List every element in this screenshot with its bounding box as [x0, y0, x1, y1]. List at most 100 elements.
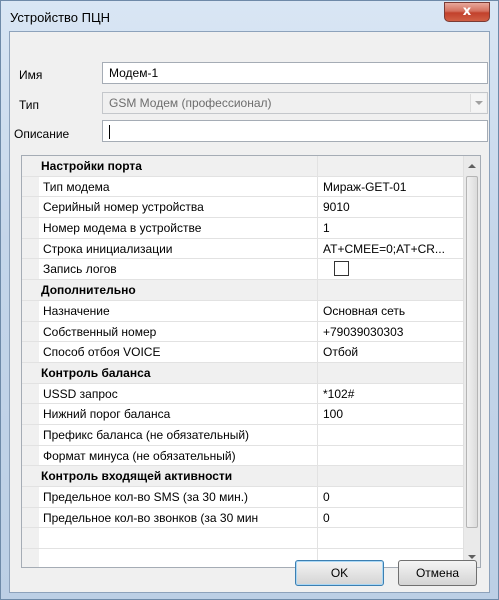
property-value[interactable]	[319, 446, 463, 466]
dialog-window: Устройство ПЦН x Имя Модем-1 Тип GSM Мод…	[0, 0, 499, 600]
type-label: Тип	[19, 98, 40, 112]
property-row[interactable]: Префикс баланса (не обязательный)	[22, 424, 463, 446]
property-row[interactable]: Номер модема в устройстве 1	[22, 218, 463, 239]
type-select-value: GSM Модем (профессионал)	[109, 96, 272, 110]
title-bar[interactable]: Устройство ПЦН x	[1, 1, 498, 31]
property-value[interactable]: *102#	[319, 384, 463, 404]
dropdown-button[interactable]	[470, 94, 486, 112]
row-gutter	[22, 507, 39, 528]
property-name: Строка инициализации	[39, 238, 318, 259]
log-checkbox[interactable]	[334, 261, 349, 277]
property-name	[39, 549, 318, 567]
description-label: Описание	[14, 127, 70, 141]
row-gutter	[22, 300, 39, 321]
description-input[interactable]	[102, 120, 488, 142]
property-value[interactable]: 9010	[319, 197, 463, 217]
property-value	[319, 280, 463, 300]
property-row[interactable]: Предельное кол-во SMS (за 30 мин.) 0	[22, 487, 463, 508]
dialog-client-area: Имя Модем-1 Тип GSM Модем (профессионал)…	[9, 31, 490, 593]
property-value[interactable]: Отбой	[319, 342, 463, 362]
property-row[interactable]: Строка инициализации AT+CMEE=0;AT+CR...	[22, 238, 463, 260]
vertical-scrollbar[interactable]	[463, 156, 480, 567]
property-name: Номер модема в устройстве	[39, 218, 318, 238]
name-label: Имя	[19, 68, 43, 82]
property-value	[319, 156, 463, 176]
cancel-button[interactable]: Отмена	[398, 560, 477, 586]
property-name: Серийный номер устройства	[39, 197, 318, 218]
property-name: Собственный номер	[39, 321, 318, 342]
property-row[interactable]: Серийный номер устройства 9010	[22, 197, 463, 219]
property-grid: Настройки порта Тип модема Мираж-GET-01 Сер…	[21, 155, 481, 568]
close-button[interactable]: x	[444, 2, 490, 22]
property-name: Нижний порог баланса	[39, 404, 318, 424]
property-name: Префикс баланса (не обязательный)	[39, 424, 318, 445]
property-value[interactable]: Основная сеть	[319, 301, 463, 321]
property-row[interactable]: Тип модема Мираж-GET-01	[22, 176, 463, 198]
row-gutter	[22, 528, 39, 549]
window-title: Устройство ПЦН	[10, 10, 110, 25]
property-value[interactable]	[319, 425, 463, 445]
property-value[interactable]: 1	[319, 218, 463, 238]
category-label: Контроль баланса	[22, 362, 318, 383]
category-row[interactable]: Настройки порта	[22, 156, 463, 177]
row-gutter	[22, 424, 39, 445]
property-value[interactable]: +79039030303	[319, 322, 463, 342]
property-row[interactable]	[22, 549, 463, 567]
scrollbar-thumb[interactable]	[466, 176, 478, 528]
row-gutter	[22, 445, 39, 466]
row-gutter	[22, 487, 39, 507]
scroll-up-icon[interactable]	[468, 164, 476, 168]
ok-button[interactable]: OK	[295, 560, 384, 586]
name-input[interactable]: Модем-1	[102, 62, 488, 84]
property-name: Формат минуса (не обязательный)	[39, 445, 318, 466]
row-gutter	[22, 342, 39, 362]
row-gutter	[22, 238, 39, 259]
chevron-down-icon	[475, 101, 483, 105]
property-row[interactable]	[22, 528, 463, 550]
property-grid-rows: Настройки порта Тип модема Мираж-GET-01 Сер…	[22, 156, 463, 567]
property-row[interactable]: Собственный номер +79039030303	[22, 321, 463, 343]
property-name: Запись логов	[39, 259, 318, 280]
close-icon: x	[462, 4, 472, 19]
row-gutter	[22, 176, 39, 197]
category-label: Настройки порта	[22, 156, 318, 176]
property-name: Тип модема	[39, 176, 318, 197]
property-row[interactable]: USSD запрос *102#	[22, 383, 463, 405]
property-name: Предельное кол-во SMS (за 30 мин.)	[39, 487, 318, 507]
property-row[interactable]: Формат минуса (не обязательный)	[22, 445, 463, 467]
row-gutter	[22, 218, 39, 238]
property-name: Предельное кол-во звонков (за 30 мин	[39, 507, 318, 528]
row-gutter	[22, 404, 39, 424]
property-name: Способ отбоя VOICE	[39, 342, 318, 362]
row-gutter	[22, 197, 39, 218]
scroll-down-icon[interactable]	[468, 555, 476, 559]
property-name: Назначение	[39, 300, 318, 321]
property-row[interactable]: Предельное кол-во звонков (за 30 мин 0	[22, 507, 463, 529]
row-gutter	[22, 321, 39, 342]
property-value[interactable]: 0	[319, 487, 463, 507]
property-value	[319, 362, 463, 383]
text-cursor	[109, 124, 110, 139]
category-row[interactable]: Дополнительно	[22, 280, 463, 301]
property-row[interactable]: Нижний порог баланса 100	[22, 404, 463, 425]
property-value[interactable]: AT+CMEE=0;AT+CR...	[319, 239, 463, 259]
property-name	[39, 528, 318, 549]
category-label: Дополнительно	[22, 280, 318, 300]
category-label: Контроль входящей активности	[22, 466, 318, 486]
property-row[interactable]: Запись логов	[22, 259, 463, 281]
property-value[interactable]: Мираж-GET-01	[319, 177, 463, 197]
property-row[interactable]: Назначение Основная сеть	[22, 300, 463, 322]
category-row[interactable]: Контроль баланса	[22, 362, 463, 384]
row-gutter	[22, 259, 39, 280]
property-value[interactable]	[319, 528, 463, 548]
property-name: USSD запрос	[39, 383, 318, 404]
row-gutter	[22, 549, 39, 567]
property-row[interactable]: Способ отбоя VOICE Отбой	[22, 342, 463, 363]
category-row[interactable]: Контроль входящей активности	[22, 466, 463, 487]
row-gutter	[22, 383, 39, 404]
property-value	[319, 466, 463, 486]
property-value[interactable]: 0	[319, 508, 463, 528]
property-value[interactable]: 100	[319, 404, 463, 424]
type-select[interactable]: GSM Модем (профессионал)	[102, 92, 488, 114]
property-value[interactable]	[319, 259, 463, 279]
